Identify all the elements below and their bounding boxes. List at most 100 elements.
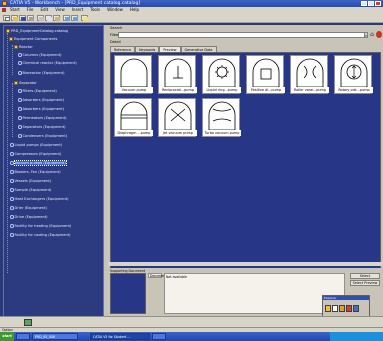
stop-icon[interactable] [376,31,382,38]
thumbnail-jet-vacuum-pump[interactable]: Jet vacuum pump [158,98,197,137]
taskbar-item-catia[interactable]: CATIA V5 for Student ... [90,333,150,340]
tree-item-chemical-reactor[interactable]: Chemical reactor (Equipment) [18,60,77,66]
thumbnail-turbo-vacuum-pump[interactable]: Turbo vacuum pump [202,98,241,137]
tree-item-vacuum-pumps[interactable]: Vacuum pumps (Equipment) [10,160,67,166]
chapter-icon [14,45,18,49]
thumbnail-diaphragm-pump[interactable]: Diaphragm ...pump [114,98,153,137]
minimize-button[interactable] [361,1,367,6]
catalog-icon[interactable] [339,305,345,312]
cut-button[interactable] [37,15,44,21]
tree-item-compressors[interactable]: Compressors (Equipment) [10,151,61,157]
open-button[interactable] [11,15,18,21]
family-icon [18,89,22,93]
new-button[interactable] [3,15,10,21]
select-preview-button[interactable]: Select Preview [350,280,380,286]
select-button[interactable]: Select [350,273,380,279]
standard-toolbar [0,13,383,23]
application-window: CATIA V5 - Workbench - [PRD_Equipment ca… [0,0,383,341]
family-icon [10,161,14,165]
chapter-icon [9,37,13,41]
thumbnail-caption: Turbo vacuum pump [203,130,241,136]
paste-button[interactable] [53,15,60,21]
app-icon [2,1,7,6]
tree-item-equipment-components[interactable]: Equipment Components [9,36,57,42]
thumbnail-positive-displacement-pump[interactable]: Positive di...pump [246,55,285,94]
rotary-piston-pump-symbol-icon [340,58,368,88]
thumbnail-liquid-ring-pump[interactable]: Liquid ring...pump [202,55,241,94]
compass-icon[interactable] [24,319,32,326]
tree-item-heat-exchangers[interactable]: Heat Exchangers (Equipment) [10,196,69,202]
tree-item-separators[interactable]: Separators (Equipment) [18,124,66,130]
tree-item-facility-cooling[interactable]: Facility for cooling (Equipment) [10,232,71,238]
bottom-toolbar [0,316,383,327]
taskbar-item-prd[interactable]: PRD_00_006 [32,333,78,340]
turbo-vacuum-pump-symbol-icon [208,101,236,131]
close-button[interactable] [375,1,381,6]
product-icon[interactable] [353,305,359,312]
family-icon [10,206,14,210]
document-tab[interactable]: Document [148,273,167,278]
tree-item-bioreactor[interactable]: Bioreactor (Equipment) [18,70,65,76]
help-icon [83,17,88,21]
redo-button[interactable] [71,15,78,21]
part-icon[interactable] [346,305,352,312]
tree-item-vessels[interactable]: Vessels (Equipment) [10,178,51,184]
catalog-tree: PRD_EquipmentCatalog.catalog Equipment C… [3,25,104,331]
document-icon[interactable] [332,305,338,312]
start-button[interactable]: start [0,332,14,341]
roller-vane-pump-symbol-icon [296,58,324,88]
home-icon[interactable]: ⌂ [369,31,375,38]
thumbnail-rotary-piston-pump[interactable]: Rotary pist...pump [334,55,373,94]
thumbnail-caption: Roller vane...pump [291,87,329,93]
family-icon [18,61,22,65]
window-controls [361,1,381,6]
tree-item-condensers[interactable]: Condensers (Equipment) [18,133,67,139]
tree-item-drive[interactable]: Drive (Equipment) [10,214,48,220]
tree-item-sample[interactable]: Sample (Equipment) [10,187,51,193]
help-button[interactable] [81,15,88,21]
taskbar-item[interactable] [16,333,30,340]
thumbnail-reciprocating-pump[interactable]: Reciprocati...pump [158,55,197,94]
thumbnail-caption: Vacuum pump [115,87,153,93]
tree-item-columns[interactable]: Columns (Equipment) [18,52,62,58]
copy-button[interactable] [45,15,52,21]
system-tray [330,332,383,341]
tree-item-permeators[interactable]: Permeators (Equipment) [18,115,67,121]
search-label: Search [110,26,123,30]
family-icon [18,125,22,129]
catia-logo-icon [2,8,6,12]
vacuum-pump-symbol-icon [120,58,148,88]
print-button[interactable] [27,15,34,21]
maximize-button[interactable] [368,1,374,6]
family-icon [18,53,22,57]
thumbnail-roller-vane-pump[interactable]: Roller vane...pump [290,55,329,94]
tree-item-separator[interactable]: Separator [14,80,37,86]
save-button[interactable] [19,15,26,21]
undo-button[interactable] [63,15,70,21]
tree-item-facility-heating[interactable]: Facility for heating (Equipment) [10,223,71,229]
diaphragm-pump-symbol-icon [120,101,148,131]
tree-item-root[interactable]: PRD_EquipmentCatalog.catalog [6,28,68,34]
horizontal-scrollbar[interactable] [108,262,383,266]
chapter-icon [14,81,18,85]
reciprocating-pump-symbol-icon [164,58,192,88]
filter-input[interactable] [118,32,367,38]
taskbar-item[interactable] [152,333,166,340]
catalog-icon [6,29,10,33]
tree-item-drier[interactable]: Drier (Equipment) [10,205,47,211]
filter-dropdown-button[interactable]: ▾ [364,32,368,38]
tree-item-filters[interactable]: Filters (Equipment) [18,88,57,94]
family-icon [18,107,22,111]
folder-icon[interactable] [325,305,331,312]
tree-item-adsorbers[interactable]: Adsorbers (Equipment) [18,97,64,103]
explorer-toolbar: Explorer [322,295,370,317]
os-taskbar: start PRD_00_006 CATIA V5 for Student ..… [0,332,383,341]
tree-item-liquid-pumps[interactable]: Liquid pumps (Equipment) [10,142,62,148]
tree-item-absorbers[interactable]: Absorbers (Equipment) [18,106,64,112]
tree-item-blowers-fan[interactable]: Blowers, Fan (Equipment) [10,169,61,175]
document-content: Not available [164,273,345,314]
family-icon [10,197,14,201]
tree-item-reactor[interactable]: Reactor [14,44,33,50]
title-bar: CATIA V5 - Workbench - [PRD_Equipment ca… [0,0,383,7]
thumbnail-vacuum-pump[interactable]: Vacuum pump [114,55,153,94]
